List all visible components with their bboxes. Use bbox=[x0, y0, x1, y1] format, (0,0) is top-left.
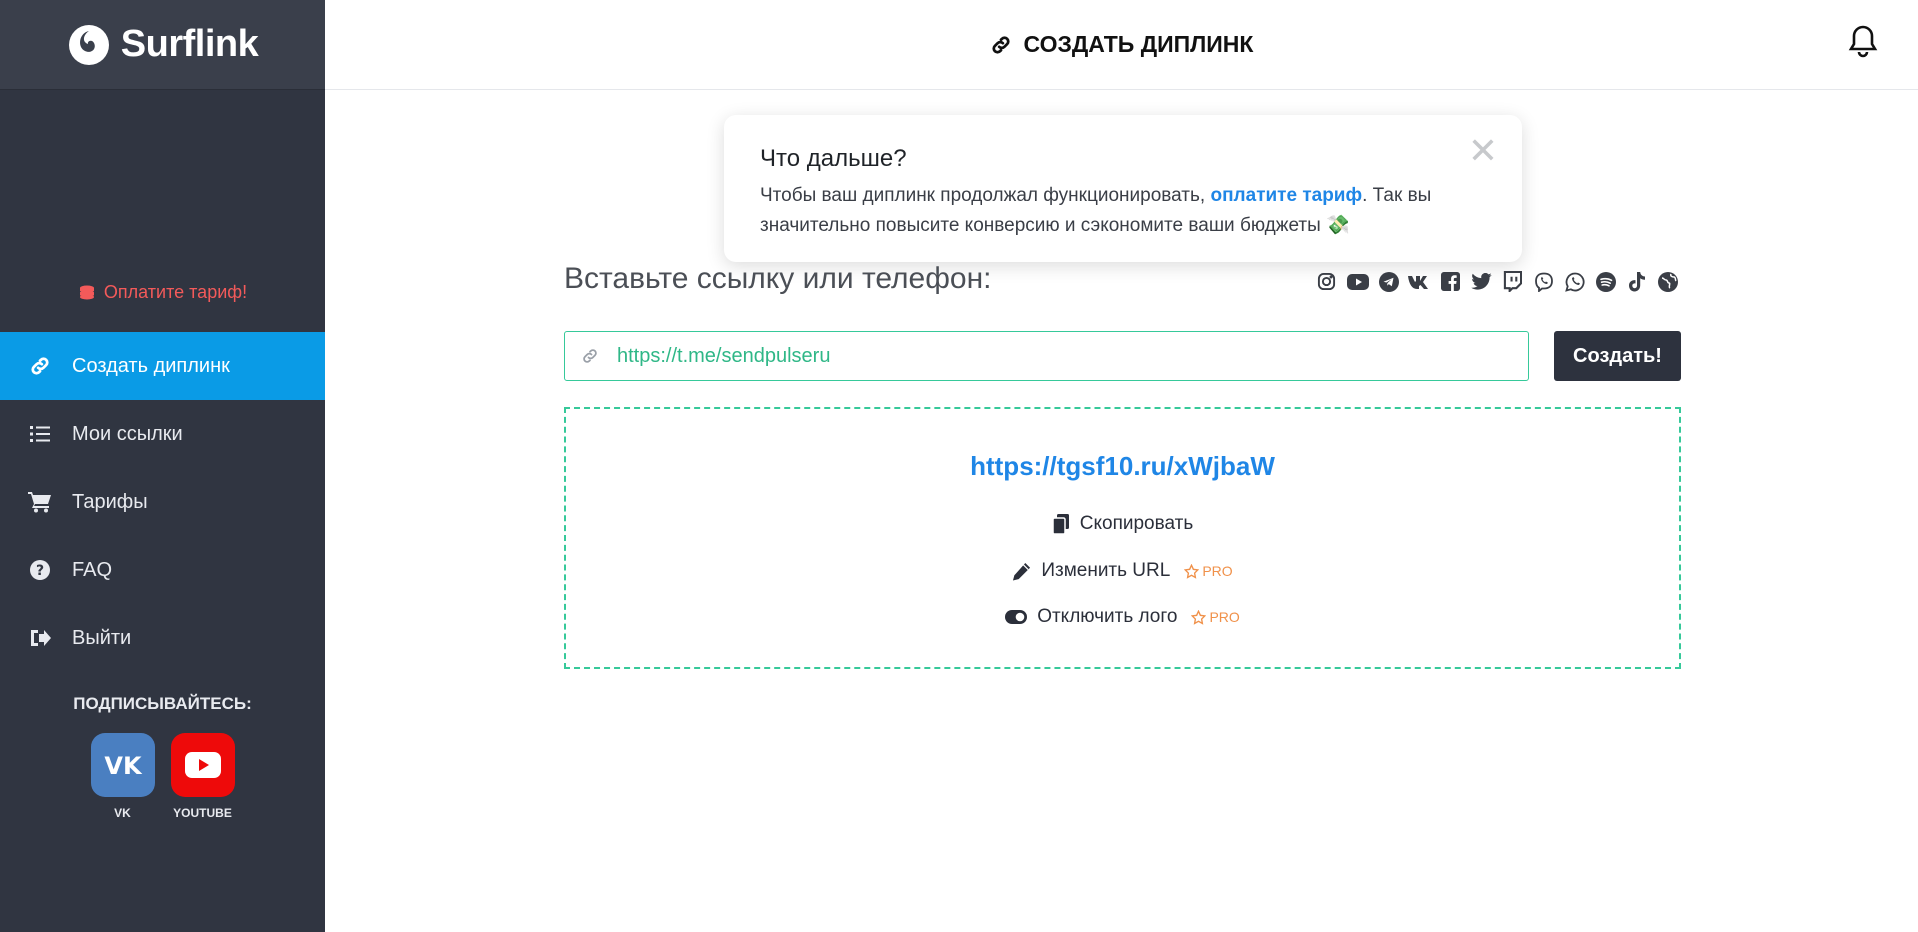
vk-icon: VK bbox=[104, 753, 143, 777]
star-icon bbox=[1184, 563, 1200, 579]
popup-pay-link[interactable]: оплатите тариф bbox=[1210, 185, 1362, 206]
pay-tariff-label: Оплатите тариф! bbox=[103, 282, 248, 302]
whatsapp-icon bbox=[1562, 269, 1587, 294]
short-link[interactable]: https://tgsf10.ru/xWjbaW bbox=[566, 451, 1679, 482]
whats-next-popup: Что дальше? Чтобы ваш диплинк продолжал … bbox=[724, 115, 1522, 262]
facebook-icon bbox=[1438, 269, 1463, 294]
result-box: https://tgsf10.ru/xWjbaW Скопировать Изм… bbox=[564, 407, 1681, 669]
disable-logo-button[interactable]: Отключить лого PRO bbox=[566, 606, 1679, 628]
pencil-icon bbox=[1013, 562, 1031, 581]
brand-name: Surflink bbox=[120, 23, 259, 65]
link-icon bbox=[28, 355, 52, 377]
sidebar-item-label: Мои ссылки bbox=[72, 422, 183, 445]
link-icon bbox=[991, 35, 1010, 54]
sidebar-item-my-links[interactable]: Мои ссылки bbox=[0, 400, 325, 468]
social-youtube[interactable]: YOUTUBE bbox=[170, 733, 235, 820]
vk-label: VK bbox=[114, 806, 131, 820]
youtube-label: YOUTUBE bbox=[173, 806, 232, 820]
pro-badge: PRO bbox=[1191, 609, 1240, 625]
create-button[interactable]: Создать! bbox=[1554, 331, 1681, 381]
globe-icon bbox=[1655, 269, 1680, 294]
youtube-icon bbox=[184, 752, 221, 778]
vk-button[interactable]: VK bbox=[90, 733, 155, 797]
star-icon bbox=[1191, 609, 1207, 625]
list-icon bbox=[28, 425, 52, 443]
page-title-text: СОЗДАТЬ ДИПЛИНК bbox=[1023, 31, 1254, 57]
sidebar-item-tariffs[interactable]: Тарифы bbox=[0, 468, 325, 536]
sidebar-item-label: Тарифы bbox=[72, 490, 148, 513]
surflink-logo-icon bbox=[68, 24, 109, 65]
sidebar-item-faq[interactable]: ? FAQ bbox=[0, 536, 325, 604]
youtube-icon bbox=[1345, 269, 1370, 294]
vk-icon bbox=[1407, 269, 1432, 294]
pro-label: PRO bbox=[1209, 609, 1240, 625]
question-icon: ? bbox=[28, 560, 52, 580]
cart-icon bbox=[28, 491, 52, 513]
bell-icon bbox=[1848, 25, 1878, 58]
logo-bar: Surflink bbox=[0, 0, 325, 90]
close-icon[interactable]: ✕ bbox=[1468, 133, 1498, 169]
popup-text: Чтобы ваш диплинк продолжал функциониров… bbox=[760, 181, 1486, 241]
logo[interactable]: Surflink bbox=[67, 23, 259, 67]
page-title: СОЗДАТЬ ДИПЛИНК bbox=[990, 31, 1254, 58]
twitch-icon bbox=[1500, 269, 1525, 294]
notifications-button[interactable] bbox=[1848, 24, 1878, 63]
popup-text-before: Чтобы ваш диплинк продолжал функциониров… bbox=[760, 185, 1211, 206]
svg-text:VK: VK bbox=[104, 753, 143, 777]
social-links: VK VK YOUTUBE bbox=[0, 733, 325, 820]
svg-text:?: ? bbox=[36, 563, 44, 579]
copy-button[interactable]: Скопировать bbox=[566, 513, 1679, 535]
pro-label: PRO bbox=[1202, 563, 1233, 579]
pro-badge: PRO bbox=[1184, 563, 1233, 579]
sidebar-item-create-deeplink[interactable]: Создать диплинк bbox=[0, 332, 325, 400]
supported-platforms bbox=[1314, 269, 1680, 294]
edit-url-label: Изменить URL bbox=[1041, 560, 1171, 581]
url-input-wrapper bbox=[564, 331, 1529, 381]
sign-out-icon bbox=[28, 628, 52, 648]
telegram-icon bbox=[1376, 269, 1401, 294]
youtube-button[interactable] bbox=[170, 733, 235, 797]
disable-logo-label: Отключить лого bbox=[1037, 606, 1178, 627]
copy-icon bbox=[1052, 514, 1069, 534]
viber-icon bbox=[1531, 269, 1556, 294]
twitter-icon bbox=[1469, 269, 1494, 294]
coins-icon bbox=[79, 285, 94, 299]
popup-title: Что дальше? bbox=[760, 145, 907, 172]
subscribe-heading: ПОДПИСЫВАЙТЕСЬ: bbox=[73, 694, 252, 713]
instagram-icon bbox=[1314, 269, 1339, 294]
link-icon bbox=[565, 347, 615, 365]
url-input[interactable] bbox=[615, 333, 1528, 379]
sidebar-nav: Создать диплинк Мои ссылки Тарифы ? FAQ … bbox=[0, 332, 325, 672]
edit-url-button[interactable]: Изменить URL PRO bbox=[566, 560, 1679, 582]
sidebar-item-logout[interactable]: Выйти bbox=[0, 604, 325, 672]
sidebar-item-label: FAQ bbox=[72, 558, 113, 581]
toggle-icon bbox=[1005, 610, 1028, 624]
spotify-icon bbox=[1593, 269, 1618, 294]
sidebar-item-label: Выйти bbox=[72, 626, 132, 649]
sidebar-item-label: Создать диплинк bbox=[72, 354, 230, 377]
sidebar: Surflink Оплатите тариф! Создать диплинк bbox=[0, 0, 325, 932]
page-header: СОЗДАТЬ ДИПЛИНК bbox=[325, 0, 1918, 90]
copy-label: Скопировать bbox=[1079, 513, 1194, 534]
social-vk[interactable]: VK VK bbox=[90, 733, 155, 820]
pay-tariff-link[interactable]: Оплатите тариф! bbox=[0, 282, 325, 303]
tiktok-icon bbox=[1624, 269, 1649, 294]
input-label: Вставьте ссылку или телефон: bbox=[564, 262, 992, 295]
